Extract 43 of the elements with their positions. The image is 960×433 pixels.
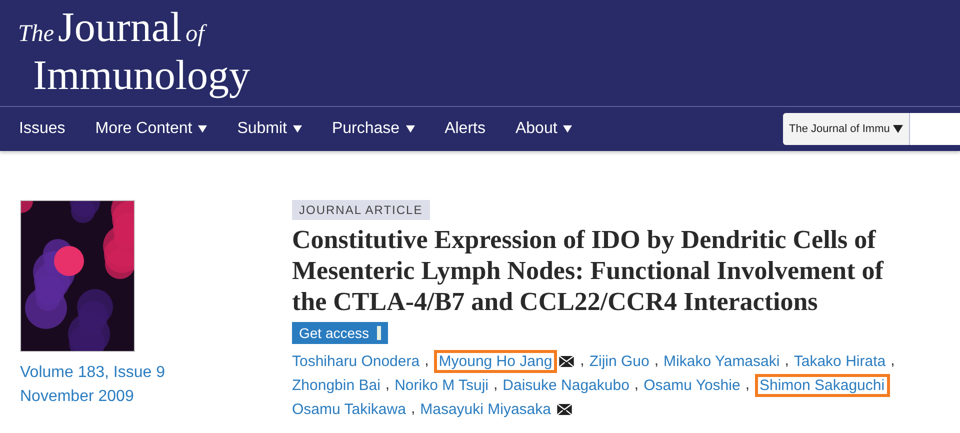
- author-link[interactable]: Shimon Sakaguchi: [754, 374, 890, 396]
- comma: ,: [410, 399, 416, 419]
- caret-icon: [292, 125, 302, 133]
- comma: ,: [890, 351, 895, 371]
- nav-link[interactable]: About: [515, 120, 572, 138]
- comma: ,: [784, 351, 789, 371]
- author-link[interactable]: Osamu Yoshie: [638, 374, 746, 396]
- journal-logo[interactable]: The Journal of Immunology: [0, 0, 270, 106]
- email-icon[interactable]: [559, 356, 574, 366]
- nav-link[interactable]: Issues: [19, 120, 66, 138]
- comma: ,: [654, 351, 659, 371]
- comma: ,: [580, 351, 584, 371]
- comma: ,: [494, 375, 498, 395]
- article-title: Constitutive Expression of IDO by Dendritic Cells of Mesenteric Lymph Nodes: Functional Involvement of the CTLA-4/B7 and CCL22/CCR4 Interactions: [292, 224, 885, 317]
- search-scope-dropdown[interactable]: The Journal of Immu: [783, 113, 909, 145]
- author-link[interactable]: Osamu Takikawa: [287, 398, 411, 420]
- email-icon[interactable]: [557, 404, 572, 414]
- author-link[interactable]: Takako Hirata: [788, 350, 891, 372]
- comma: ,: [634, 375, 639, 395]
- get-access-button[interactable]: Get access: [292, 322, 388, 344]
- nav-link[interactable]: More Content: [95, 120, 208, 138]
- caret-icon: [198, 125, 208, 133]
- caret-icon: [563, 125, 572, 133]
- author-link[interactable]: Mikako Yamasaki: [658, 350, 785, 372]
- author-link[interactable]: Daisuke Nagakubo: [498, 374, 634, 396]
- nav-link[interactable]: Submit: [237, 120, 302, 138]
- author-link[interactable]: Toshiharu Onodera: [287, 350, 425, 372]
- author-link[interactable]: Zijin Guo: [584, 350, 654, 372]
- author-link[interactable]: Zhongbin Bai: [287, 374, 386, 396]
- author-link[interactable]: Masayuki Miyasaka: [415, 398, 556, 420]
- issue-link[interactable]: Volume 183, Issue 9: [20, 361, 165, 385]
- comma: ,: [385, 375, 390, 395]
- article-type-tag: JOURNAL ARTICLE: [292, 200, 430, 220]
- nav-link[interactable]: Purchase: [332, 120, 415, 138]
- comma: ,: [424, 351, 429, 371]
- search-field[interactable]: [909, 113, 960, 145]
- caret-icon: [893, 125, 903, 133]
- author-link[interactable]: Noriko M Tsuji: [390, 374, 494, 396]
- comma: ,: [745, 375, 750, 395]
- author-link[interactable]: Myoung Ho Jang: [434, 350, 558, 372]
- nav-link[interactable]: Alerts: [444, 120, 486, 138]
- issue-date: November 2009: [20, 387, 134, 407]
- caret-icon: [406, 125, 415, 133]
